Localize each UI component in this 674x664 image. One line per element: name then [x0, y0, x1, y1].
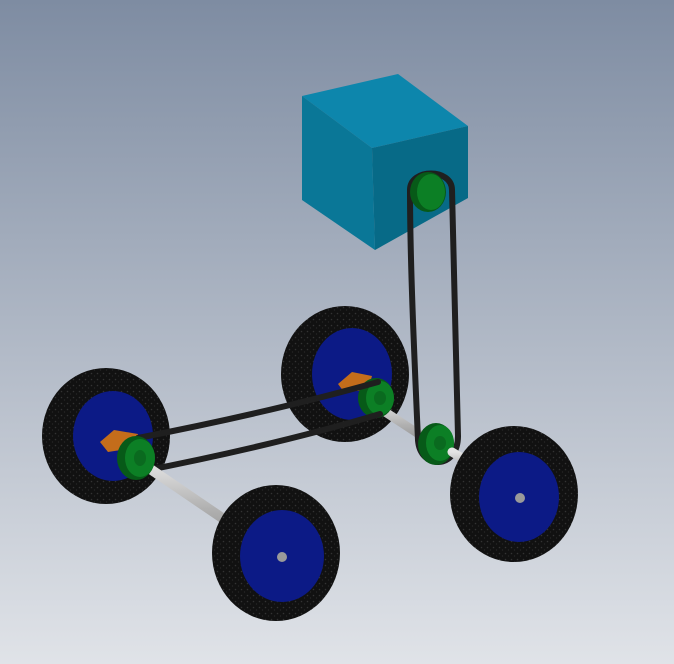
axle-cap: [277, 552, 287, 562]
motor-pulley[interactable]: [410, 172, 446, 212]
cad-viewport[interactable]: [0, 0, 674, 664]
front-pulley[interactable]: [117, 436, 155, 480]
wheel-front-right[interactable]: [212, 485, 340, 621]
wheel-rear-right-near[interactable]: [450, 426, 578, 562]
axle-cap: [515, 493, 525, 503]
rear-pulley-right[interactable]: [418, 423, 454, 465]
vehicle-drivetrain-model: [0, 0, 674, 664]
